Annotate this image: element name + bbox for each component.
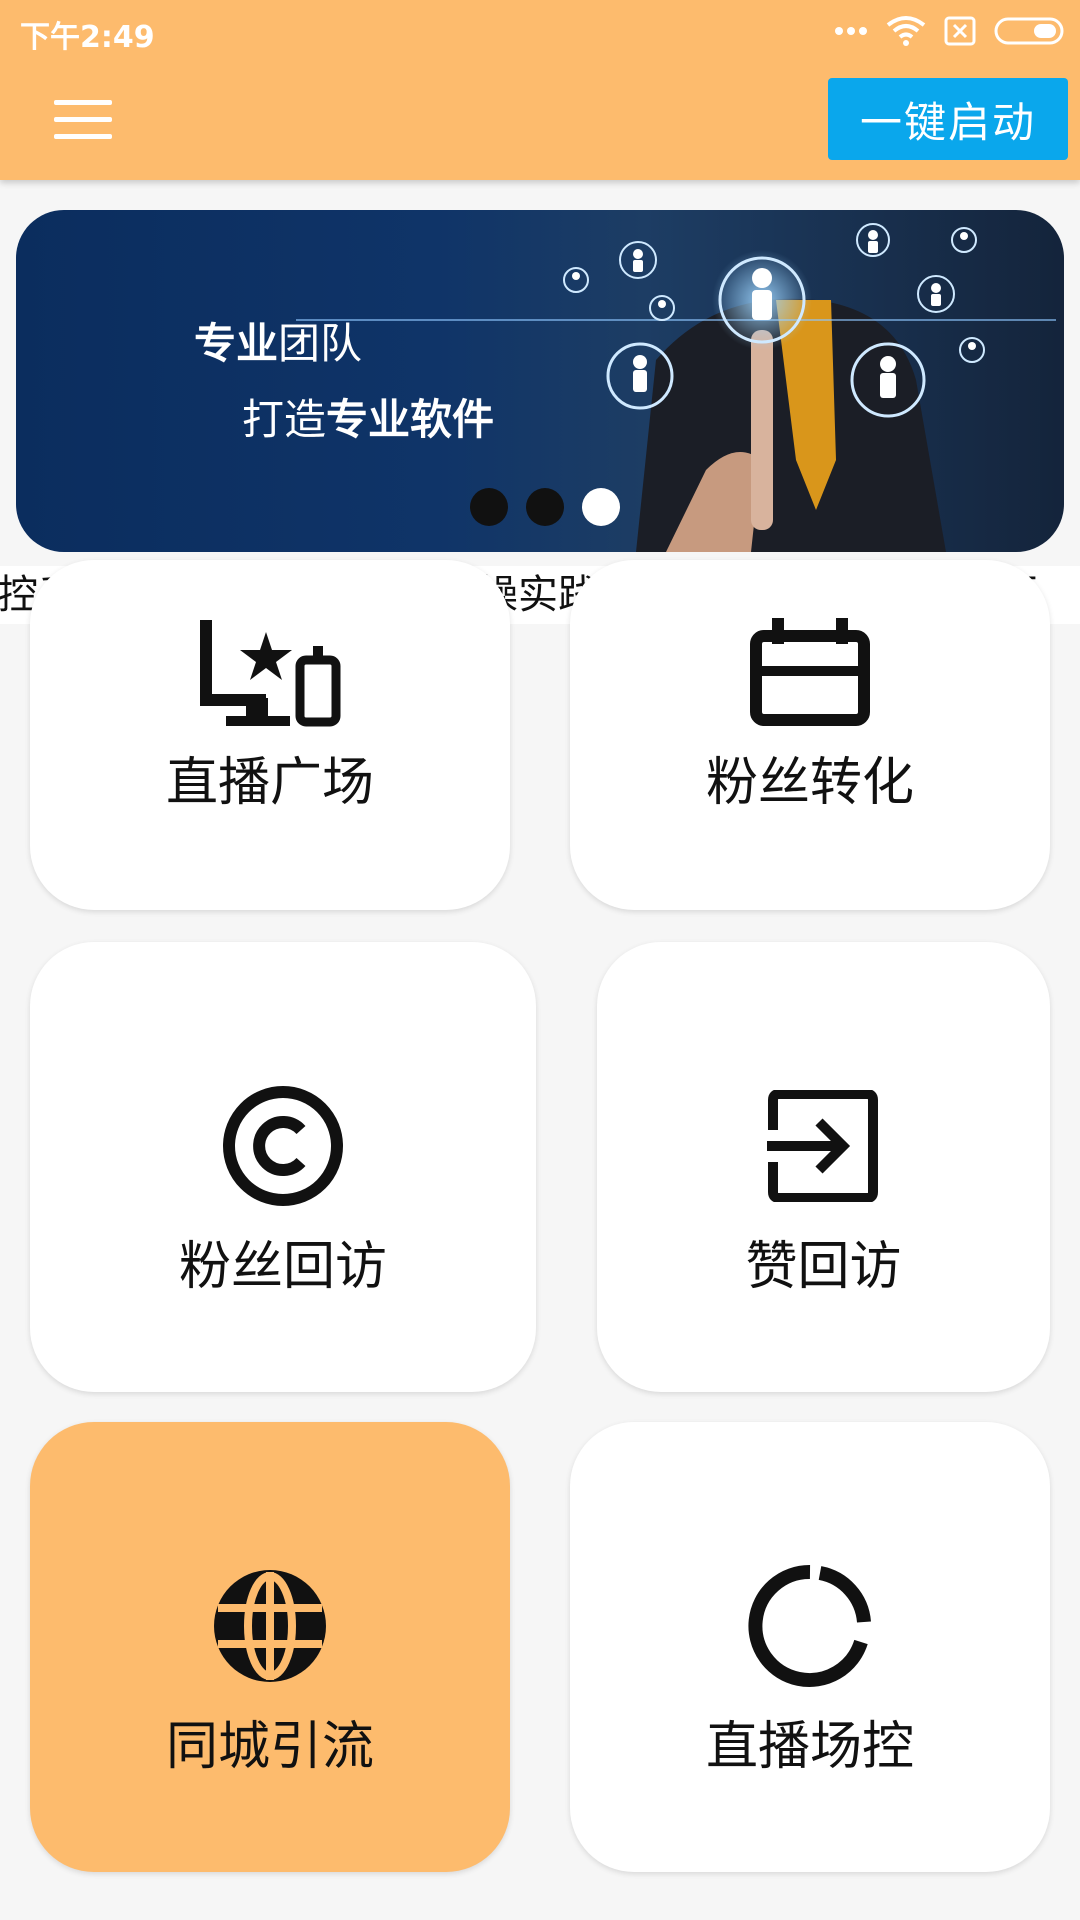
banner-headline-1: 专业团队 (194, 310, 362, 371)
status-icons (834, 14, 1064, 48)
banner-headline-1-bold: 专业 (194, 319, 279, 368)
banner-headline-2: 打造专业软件 (242, 386, 494, 447)
tile-like-revisit[interactable]: 赞回访 (597, 942, 1050, 1392)
hamburger-icon (54, 100, 112, 105)
globe-icon (214, 1570, 326, 1682)
tile-local-traffic[interactable]: 同城引流 (30, 1422, 510, 1872)
tile-label: 粉丝回访 (178, 1237, 387, 1297)
menu-button[interactable] (54, 100, 112, 140)
donut-ring-icon (748, 1564, 871, 1687)
indicator-dot-active[interactable] (582, 488, 620, 526)
tile-live-control[interactable]: 直播场控 (570, 1422, 1050, 1872)
indicator-dot[interactable] (526, 488, 564, 526)
sim-off-icon (944, 16, 976, 46)
tile-label: 直播广场 (165, 753, 374, 813)
indicator-dot[interactable] (470, 488, 508, 526)
status-time: 下午2:49 (20, 20, 155, 55)
banner-headline-2-bold: 专业软件 (326, 395, 495, 444)
more-dots-icon (835, 27, 867, 35)
promo-banner[interactable]: 专业团队 打造专业软件 (16, 210, 1064, 552)
battery-icon (994, 17, 1064, 45)
hamburger-icon-bar (54, 134, 112, 139)
tile-fan-revisit[interactable]: 粉丝回访 (30, 942, 536, 1392)
tile-fan-conversion[interactable]: 粉丝转化 (570, 560, 1050, 910)
hamburger-icon-bar (54, 117, 112, 122)
tile-label: 直播场控 (705, 1717, 914, 1777)
banner-page-indicator (470, 488, 620, 526)
tile-label: 粉丝转化 (705, 753, 914, 813)
tile-label: 赞回访 (745, 1237, 902, 1297)
banner-headline-1-regular: 团队 (278, 319, 363, 368)
app-header: 下午2:49 一键启动 (0, 0, 1080, 180)
calendar-icon (750, 618, 870, 726)
copyright-icon (223, 1086, 343, 1206)
live-broadcast-icon (200, 620, 341, 727)
exit-to-app-icon (767, 1090, 878, 1202)
banner-headline-2-regular: 打造 (242, 395, 327, 444)
wifi-icon (886, 16, 926, 46)
tile-label: 同城引流 (165, 1717, 374, 1777)
tile-live-square[interactable]: 直播广场 (30, 560, 510, 910)
one-click-start-button[interactable]: 一键启动 (828, 78, 1068, 160)
